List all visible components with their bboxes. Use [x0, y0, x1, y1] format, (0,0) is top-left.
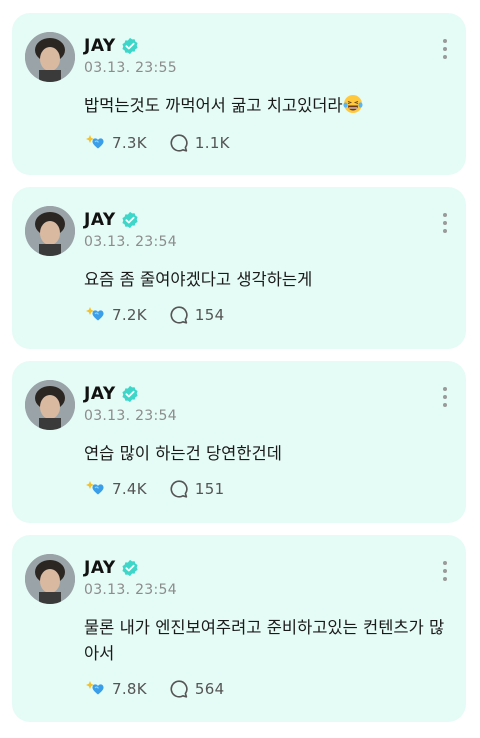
- comment-count: 1.1K: [194, 134, 230, 152]
- like-count: 7.4K: [112, 480, 147, 498]
- comment-button[interactable]: 154: [169, 305, 225, 325]
- more-vertical-icon[interactable]: [442, 561, 448, 583]
- post-text: 연습 많이 하는건 당연한건데: [84, 444, 282, 463]
- comment-count: 564: [194, 680, 225, 698]
- sparkle-heart-icon: [86, 307, 104, 321]
- comment-bubble-icon: [170, 134, 188, 152]
- like-count: 7.8K: [112, 680, 147, 698]
- like-button[interactable]: 7.3K: [84, 133, 147, 153]
- like-button[interactable]: 7.8K: [84, 679, 147, 699]
- like-button[interactable]: 7.4K: [84, 479, 147, 499]
- post-time: 03.13. 23:54: [84, 234, 177, 250]
- avatar[interactable]: [25, 206, 75, 256]
- author-name[interactable]: JAY: [84, 384, 116, 404]
- verified-badge-icon: [122, 211, 138, 229]
- verified-badge-icon: [122, 37, 138, 55]
- post-time: 03.13. 23:54: [84, 582, 177, 598]
- more-vertical-icon[interactable]: [442, 39, 448, 61]
- laughing-tears-emoji-icon: [343, 95, 363, 113]
- post-card[interactable]: JAY 03.13. 23:55 밥먹는것도 까먹어서 굶고 치고있더라 7.3…: [12, 13, 466, 175]
- post-card[interactable]: JAY 03.13. 23:54 요즘 좀 줄여야겠다고 생각하는게 7.2K …: [12, 187, 466, 349]
- like-button[interactable]: 7.2K: [84, 305, 147, 325]
- more-vertical-icon[interactable]: [442, 387, 448, 409]
- avatar[interactable]: [25, 32, 75, 82]
- comment-button[interactable]: 564: [169, 679, 225, 699]
- like-count: 7.2K: [112, 306, 147, 324]
- verified-badge-icon: [122, 385, 138, 403]
- verified-badge-icon: [122, 559, 138, 577]
- like-count: 7.3K: [112, 134, 147, 152]
- post-time: 03.13. 23:54: [84, 408, 177, 424]
- comment-count: 154: [194, 306, 225, 324]
- sparkle-heart-icon: [86, 481, 104, 495]
- post-text: 요즘 좀 줄여야겠다고 생각하는게: [84, 270, 313, 289]
- sparkle-heart-icon: [86, 135, 104, 149]
- post-card[interactable]: JAY 03.13. 23:54 연습 많이 하는건 당연한건데 7.4K 15…: [12, 361, 466, 523]
- sparkle-heart-icon: [86, 681, 104, 695]
- post-text: 물론 내가 엔진보여주려고 준비하고있는 컨텐츠가 많아서: [84, 618, 445, 663]
- comment-count: 151: [194, 480, 225, 498]
- post-text: 밥먹는것도 까먹어서 굶고 치고있더라: [84, 93, 446, 119]
- comment-bubble-icon: [170, 680, 188, 698]
- avatar[interactable]: [25, 554, 75, 604]
- comment-button[interactable]: 1.1K: [169, 133, 230, 153]
- more-vertical-icon[interactable]: [442, 213, 448, 235]
- author-name[interactable]: JAY: [84, 210, 116, 230]
- comment-button[interactable]: 151: [169, 479, 225, 499]
- comment-bubble-icon: [170, 306, 188, 324]
- post-feed: JAY 03.13. 23:55 밥먹는것도 까먹어서 굶고 치고있더라 7.3…: [0, 0, 480, 738]
- comment-bubble-icon: [170, 480, 188, 498]
- avatar[interactable]: [25, 380, 75, 430]
- author-name[interactable]: JAY: [84, 36, 116, 56]
- post-time: 03.13. 23:55: [84, 60, 177, 76]
- author-name[interactable]: JAY: [84, 558, 116, 578]
- post-card[interactable]: JAY 03.13. 23:54 물론 내가 엔진보여주려고 준비하고있는 컨텐…: [12, 535, 466, 722]
